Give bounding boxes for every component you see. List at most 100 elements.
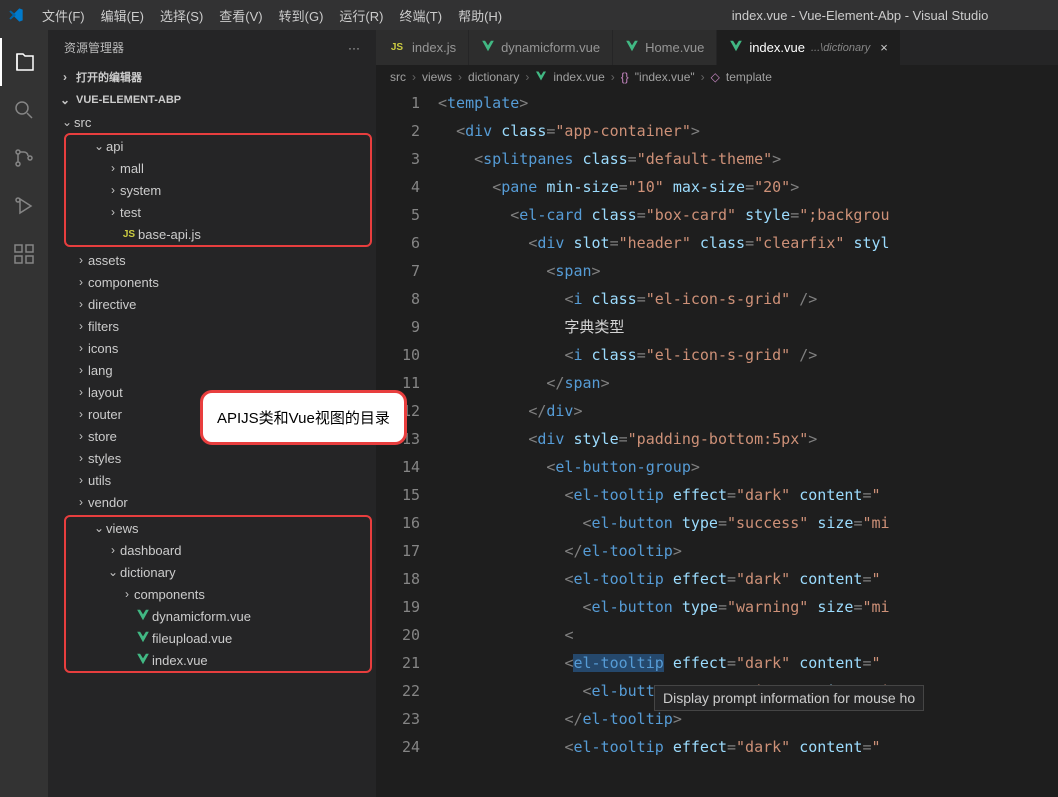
menu-item[interactable]: 转到(G) (271, 6, 332, 25)
chevron-right-icon: › (74, 319, 88, 333)
chevron-right-icon: › (120, 587, 134, 601)
code-line[interactable]: <div class="app-container"> (438, 117, 1058, 145)
window-title: index.vue - Vue-Element-Abp - Visual Stu… (510, 8, 1050, 23)
code-line[interactable]: <span> (438, 257, 1058, 285)
titlebar: 文件(F)编辑(E)选择(S)查看(V)转到(G)运行(R)终端(T)帮助(H)… (0, 0, 1058, 30)
menu-item[interactable]: 运行(R) (331, 6, 391, 25)
breadcrumb-item[interactable]: views (422, 70, 452, 84)
tree-item[interactable]: ›directive (48, 293, 376, 315)
menu-item[interactable]: 查看(V) (211, 6, 270, 25)
editor-tab[interactable]: dynamicform.vue (469, 30, 613, 65)
api-folder-highlight: ⌄api›mall›system›testJSbase-api.js (64, 133, 372, 247)
chevron-right-icon: › (74, 407, 88, 421)
code-line[interactable]: <el-tooltip effect="dark" content=" (438, 481, 1058, 509)
code-line[interactable]: <pane min-size="10" max-size="20"> (438, 173, 1058, 201)
sidebar-title: 资源管理器 ··· (48, 30, 376, 65)
tree-item[interactable]: ›assets (48, 249, 376, 271)
explorer-icon[interactable] (0, 38, 48, 86)
chevron-right-icon: › (74, 297, 88, 311)
code-line[interactable]: <el-button-group> (438, 453, 1058, 481)
code-line[interactable]: <el-card class="box-card" style=";backgr… (438, 201, 1058, 229)
line-number: 18 (376, 565, 420, 593)
code-line[interactable]: 字典类型 (438, 313, 1058, 341)
tree-label: views (106, 521, 139, 536)
tree-item[interactable]: dynamicform.vue (66, 605, 370, 627)
search-icon[interactable] (0, 86, 48, 134)
breadcrumb-item[interactable]: template (726, 70, 772, 84)
tree-item[interactable]: ›vendor (48, 491, 376, 513)
chevron-right-icon: › (74, 253, 88, 267)
opened-editors-section[interactable]: › 打开的编辑器 (48, 65, 376, 89)
code-line[interactable]: </el-tooltip> (438, 537, 1058, 565)
vue-file-icon (134, 608, 152, 625)
code-line[interactable]: </div> (438, 397, 1058, 425)
menu-item[interactable]: 选择(S) (152, 6, 211, 25)
tree-item[interactable]: ›icons (48, 337, 376, 359)
editor-tab[interactable]: JSindex.js (376, 30, 469, 65)
tree-label: base-api.js (138, 227, 201, 242)
code-line[interactable]: <el-tooltip effect="dark" content=" (438, 565, 1058, 593)
menu-item[interactable]: 文件(F) (34, 6, 93, 25)
tree-item[interactable]: ›mall (66, 157, 370, 179)
source-control-icon[interactable] (0, 134, 48, 182)
tree-item[interactable]: ›components (66, 583, 370, 605)
tree-item[interactable]: ›components (48, 271, 376, 293)
extensions-icon[interactable] (0, 230, 48, 278)
line-number: 10 (376, 341, 420, 369)
tree-item[interactable]: ›lang (48, 359, 376, 381)
code-line[interactable]: <el-tooltip effect="dark" content=" (438, 649, 1058, 677)
line-number: 19 (376, 593, 420, 621)
code-line[interactable]: <splitpanes class="default-theme"> (438, 145, 1058, 173)
close-icon[interactable]: × (880, 40, 888, 55)
breadcrumb-item[interactable]: src (390, 70, 406, 84)
tree-item[interactable]: ›test (66, 201, 370, 223)
tree-label: styles (88, 451, 121, 466)
editor-tab[interactable]: Home.vue (613, 30, 717, 65)
code-line[interactable]: <i class="el-icon-s-grid" /> (438, 341, 1058, 369)
tab-label: dynamicform.vue (501, 40, 600, 55)
js-file-icon: JS (388, 42, 406, 53)
code-line[interactable]: < (438, 621, 1058, 649)
chevron-down-icon: ⌄ (92, 521, 106, 535)
breadcrumbs[interactable]: src›views›dictionary›index.vue›{}"index.… (376, 65, 1058, 89)
menu-item[interactable]: 帮助(H) (450, 6, 510, 25)
chevron-right-icon: › (611, 70, 615, 84)
chevron-right-icon: › (74, 429, 88, 443)
debug-icon[interactable] (0, 182, 48, 230)
tree-item[interactable]: JSbase-api.js (66, 223, 370, 245)
vue-file-icon (134, 652, 152, 669)
vue-file-icon (481, 39, 495, 56)
project-section[interactable]: ⌄ VUE-ELEMENT-ABP (48, 89, 376, 111)
opened-editors-label: 打开的编辑器 (76, 69, 142, 85)
breadcrumb-item[interactable]: dictionary (468, 70, 519, 84)
editor-tab[interactable]: index.vue...\dictionary× (717, 30, 901, 65)
vue-file-icon (535, 70, 547, 85)
tree-item[interactable]: ⌄api (66, 135, 370, 157)
code-line[interactable]: <div style="padding-bottom:5px"> (438, 425, 1058, 453)
tree-item[interactable]: ›filters (48, 315, 376, 337)
menu-item[interactable]: 编辑(E) (93, 6, 152, 25)
tree-item[interactable]: ⌄views (66, 517, 370, 539)
tree-item[interactable]: ⌄src (48, 111, 376, 133)
code-line[interactable]: </span> (438, 369, 1058, 397)
code-line[interactable]: <template> (438, 89, 1058, 117)
code-line[interactable]: <i class="el-icon-s-grid" /> (438, 285, 1058, 313)
code-line[interactable]: <el-button type="warning" size="mi (438, 593, 1058, 621)
tree-item[interactable]: ›dashboard (66, 539, 370, 561)
menu-item[interactable]: 终端(T) (391, 6, 450, 25)
code-line[interactable]: <el-button type="success" size="mi (438, 509, 1058, 537)
code-line[interactable]: <el-tooltip effect="dark" content=" (438, 733, 1058, 761)
tree-item[interactable]: ⌄dictionary (66, 561, 370, 583)
chevron-right-icon: › (74, 495, 88, 509)
tree-item[interactable]: ›styles (48, 447, 376, 469)
tree-item[interactable]: ›utils (48, 469, 376, 491)
line-number: 7 (376, 257, 420, 285)
tree-item[interactable]: fileupload.vue (66, 627, 370, 649)
breadcrumb-item[interactable]: "index.vue" (635, 70, 695, 84)
tree-item[interactable]: index.vue (66, 649, 370, 671)
breadcrumb-item[interactable]: index.vue (553, 70, 604, 84)
tree-item[interactable]: ›system (66, 179, 370, 201)
tree-label: index.vue (152, 653, 208, 668)
more-icon[interactable]: ··· (348, 41, 360, 55)
code-line[interactable]: <div slot="header" class="clearfix" styl (438, 229, 1058, 257)
